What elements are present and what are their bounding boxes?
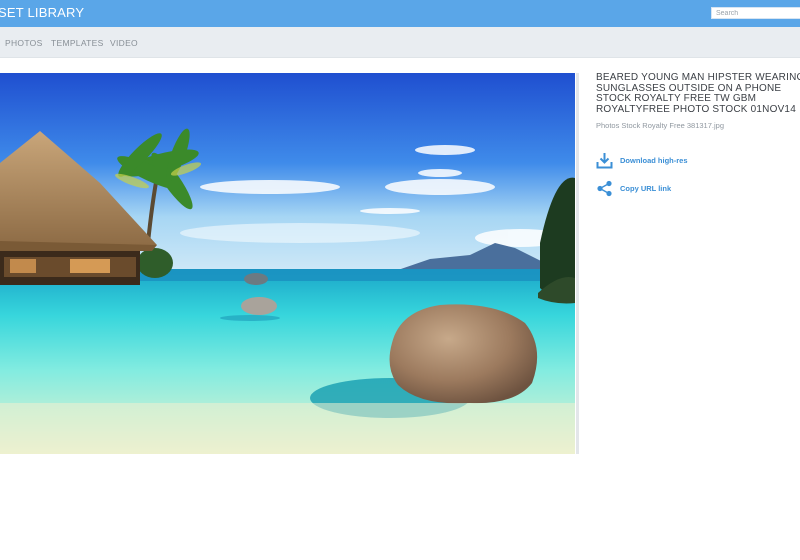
- copy-url-label: Copy URL link: [620, 184, 672, 193]
- top-bar: SET LIBRARY: [0, 0, 800, 27]
- nav-item-templates[interactable]: TEMPLATES: [51, 38, 104, 48]
- download-label: Download high-res: [620, 156, 688, 165]
- app-title: SET LIBRARY: [0, 5, 85, 20]
- asset-filename: Photos Stock Royalty Free 381317.jpg: [596, 121, 724, 131]
- download-icon: [596, 153, 613, 169]
- panel-divider: [576, 73, 579, 454]
- asset-title: BEARED YOUNG MAN HIPSTER WEARING SUNGLAS…: [596, 72, 800, 115]
- copy-url-button[interactable]: Copy URL link: [596, 180, 671, 197]
- category-nav: PHOTOS TEMPLATES VIDEO: [0, 27, 800, 58]
- asset-details-panel: BEARED YOUNG MAN HIPSTER WEARING SUNGLAS…: [596, 72, 800, 197]
- nav-item-photos[interactable]: PHOTOS: [5, 38, 43, 48]
- search-input[interactable]: [711, 7, 800, 19]
- asset-preview-image: [0, 73, 575, 454]
- nav-item-video[interactable]: VIDEO: [110, 38, 138, 48]
- download-high-res-button[interactable]: Download high-res: [596, 152, 688, 169]
- share-icon: [597, 180, 612, 197]
